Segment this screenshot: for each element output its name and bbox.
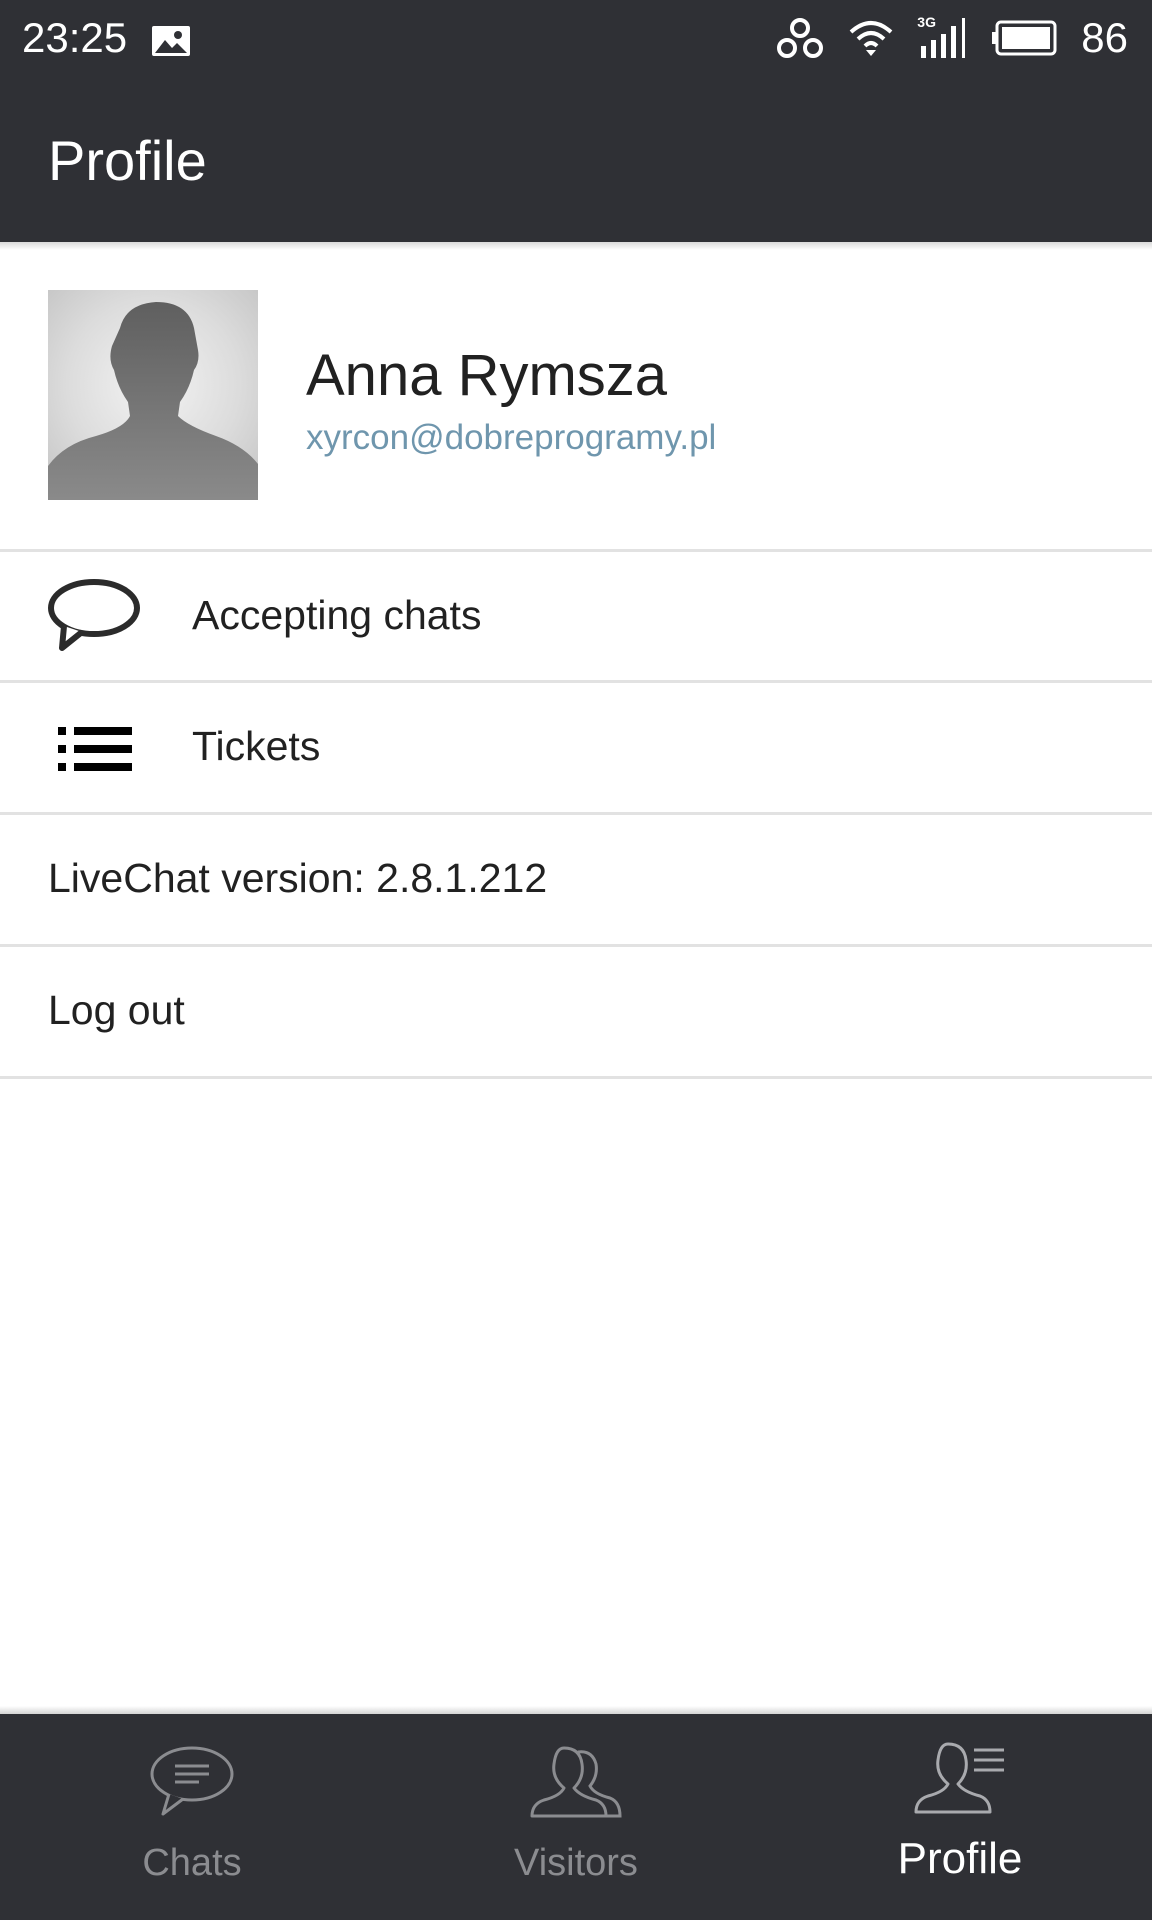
tab-chats[interactable]: Chats <box>0 1714 384 1920</box>
bottom-nav: Chats Visitors Profile <box>0 1714 1152 1920</box>
status-bar: 23:25 3G 86 <box>0 0 1152 76</box>
version-text: LiveChat version: 2.8.1.212 <box>48 855 548 901</box>
visitors-icon <box>530 1744 622 1825</box>
app-bar: Profile <box>0 76 1152 242</box>
tab-profile-label: Profile <box>897 1834 1023 1883</box>
divider <box>0 1076 1152 1079</box>
profile-email: xyrcon@dobreprogramy.pl <box>306 418 717 457</box>
status-time: 23:25 <box>22 14 128 61</box>
signal-icon: 3G <box>917 14 969 60</box>
profile-header: Anna Rymsza xyrcon@dobreprogramy.pl <box>0 250 1152 550</box>
image-icon <box>150 20 192 68</box>
profile-name: Anna Rymsza <box>306 343 668 408</box>
chats-icon <box>147 1744 237 1825</box>
logout-label: Log out <box>48 987 185 1033</box>
chat-bubble-icon <box>46 576 142 661</box>
tab-chats-label: Chats <box>142 1842 242 1884</box>
list-icon <box>58 727 134 776</box>
profile-icon <box>914 1740 1006 1821</box>
tab-visitors[interactable]: Visitors <box>384 1714 768 1920</box>
accepting-chats-row[interactable]: Accepting chats <box>0 552 1152 680</box>
tab-visitors-label: Visitors <box>514 1842 638 1884</box>
battery-icon <box>991 20 1059 56</box>
app-bar-shadow <box>0 242 1152 250</box>
vpn-icon <box>775 16 825 60</box>
battery-level: 86 <box>1081 14 1128 61</box>
tab-profile[interactable]: Profile <box>768 1714 1152 1920</box>
accepting-chats-label: Accepting chats <box>192 592 482 638</box>
page-title: Profile <box>48 129 207 192</box>
network-type-label: 3G <box>917 14 936 30</box>
tickets-label: Tickets <box>192 723 321 769</box>
avatar <box>48 290 258 500</box>
wifi-icon <box>847 18 895 58</box>
logout-row[interactable]: Log out <box>0 947 1152 1075</box>
avatar-silhouette-icon <box>48 302 258 500</box>
version-row: LiveChat version: 2.8.1.212 <box>0 815 1152 943</box>
tickets-row[interactable]: Tickets <box>0 683 1152 811</box>
bottom-nav-shadow <box>0 1706 1152 1714</box>
status-icons: 3G 86 <box>775 0 1128 76</box>
profile-screen: 23:25 3G 86 Profile Anna Rymsza xyrcon@d… <box>0 0 1152 1920</box>
